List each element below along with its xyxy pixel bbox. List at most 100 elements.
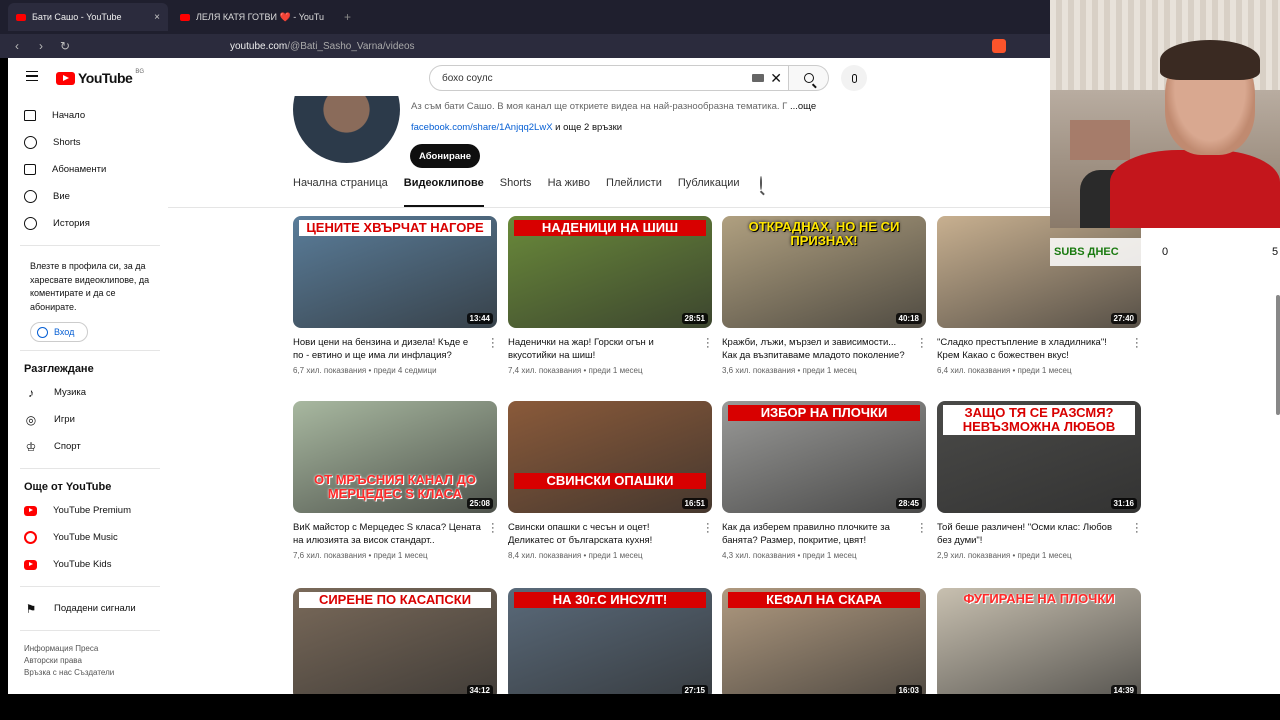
video-card[interactable]: ИЗБОР НА ПЛОЧКИ 28:45 Как да изберем прави… xyxy=(722,401,926,560)
more-actions-icon[interactable]: · · · xyxy=(706,334,710,353)
browser-tab[interactable]: ЛЕЛЯ КАТЯ ГОТВИ ❤️ - YouTube xyxy=(172,3,332,31)
sidebar-item-shorts[interactable]: Shorts xyxy=(8,129,168,156)
new-tab-icon[interactable]: + xyxy=(344,10,351,24)
home-icon xyxy=(24,110,36,121)
sidebar-item-subscriptions[interactable]: Абонаменти xyxy=(8,156,168,183)
more-actions-icon[interactable]: · · · xyxy=(491,519,495,538)
youtube-logo[interactable]: YouTube BG xyxy=(56,69,144,86)
sidebar-item-gaming[interactable]: ◎ Игри xyxy=(8,406,168,433)
youtube-music-icon xyxy=(24,531,37,544)
sidebar-item-label: Начало xyxy=(52,110,86,121)
tabs-divider xyxy=(168,207,1050,208)
video-title[interactable]: Нови цени на бензина и дизела! Къде е по… xyxy=(293,336,497,362)
video-thumbnail[interactable]: ОТ МРЪСНИЯ КАНАЛ ДО МЕРЦЕДЕС S КЛАСА 25:0… xyxy=(293,401,497,513)
thumbnail-caption: ФУГИРАНЕ НА ПЛОЧКИ xyxy=(963,591,1115,606)
browser-tab-active[interactable]: Бати Сашо - YouTube × xyxy=(8,3,168,31)
sidebar-item-sports[interactable]: ♔ Спорт xyxy=(8,433,168,460)
footer-link-row[interactable]: Връзка с нас Създатели xyxy=(24,667,168,679)
trophy-icon: ♔ xyxy=(25,439,37,454)
keyboard-icon[interactable] xyxy=(752,74,764,82)
video-thumbnail[interactable]: ЗАЩО ТЯ СЕ РАЗСМЯ? НЕВЪЗМОЖНА ЛЮБОВ 31:16 xyxy=(937,401,1141,513)
voice-search-button[interactable] xyxy=(841,65,867,91)
video-title[interactable]: Наденички на жар! Горски огън и вкусотий… xyxy=(508,336,712,362)
tab-live[interactable]: На живо xyxy=(548,177,590,207)
more-actions-icon[interactable]: · · · xyxy=(1135,519,1139,538)
video-title[interactable]: "Сладко престъпление в хладилника"! Крем… xyxy=(937,336,1141,362)
tab-shorts[interactable]: Shorts xyxy=(500,177,532,207)
sidebar-item-kids[interactable]: YouTube Kids xyxy=(8,551,168,578)
video-card[interactable]: НА 30г.С ИНСУЛТ! 27:15 xyxy=(508,588,712,694)
tab-videos[interactable]: Видеоклипове xyxy=(403,177,484,207)
tab-home[interactable]: Начална страница xyxy=(293,177,388,207)
video-title[interactable]: Кражби, лъжи, мързел и зависимости... Ка… xyxy=(722,336,926,362)
video-meta: 8,4 хил. показвания • преди 1 месец xyxy=(508,551,643,560)
video-card[interactable]: СВИНСКИ ОПАШКИ 16:51 Свински опашки с чесъ… xyxy=(508,401,712,560)
tab-playlists[interactable]: Плейлисти xyxy=(606,177,662,207)
more-actions-icon[interactable]: · · · xyxy=(920,519,924,538)
video-thumbnail[interactable]: ФУГИРАНЕ НА ПЛОЧКИ 14:39 xyxy=(937,588,1141,694)
menu-icon[interactable] xyxy=(26,71,38,81)
video-card[interactable]: ОТ МРЪСНИЯ КАНАЛ ДО МЕРЦЕДЕС S КЛАСА 25:0… xyxy=(293,401,497,560)
search-input[interactable]: бохо соулс ✕ xyxy=(429,65,789,91)
video-thumbnail[interactable]: ЦЕНИТЕ ХВЪРЧАТ НАГОРЕ 13:44 xyxy=(293,216,497,328)
description-text: Аз съм бати Сашо. В моя канал ще откриет… xyxy=(411,101,788,112)
search-button[interactable] xyxy=(789,65,829,91)
tab-posts[interactable]: Публикации xyxy=(678,177,740,207)
video-card[interactable]: КЕФАЛ НА СКАРА 16:03 xyxy=(722,588,926,694)
video-card[interactable]: ЗАЩО ТЯ СЕ РАЗСМЯ? НЕВЪЗМОЖНА ЛЮБОВ 31:16… xyxy=(937,401,1141,560)
history-icon xyxy=(24,217,37,230)
video-thumbnail[interactable]: ОТКРАДНАХ, НО НЕ СИ ПРИЗНАХ! 40:18 xyxy=(722,216,926,328)
sidebar-item-home[interactable]: Начало xyxy=(8,102,168,129)
more-actions-icon[interactable]: · · · xyxy=(706,519,710,538)
close-tab-icon[interactable]: × xyxy=(154,12,160,23)
sidebar-item-label: Игри xyxy=(54,414,75,425)
sidebar-item-music[interactable]: ♪ Музика xyxy=(8,379,168,406)
channel-search-button[interactable] xyxy=(759,176,774,207)
links-suffix[interactable]: и още 2 връзки xyxy=(553,122,622,133)
video-card[interactable]: ФУГИРАНЕ НА ПЛОЧКИ 14:39 xyxy=(937,588,1141,694)
video-card[interactable]: СИРЕНЕ ПО КАСАПСКИ 34:12 xyxy=(293,588,497,694)
video-title[interactable]: Той беше различен! "Осми клас: Любов без… xyxy=(937,521,1141,547)
video-card[interactable]: НАДЕНИЦИ НА ШИШ 28:51 Наденички на жар! Го… xyxy=(508,216,712,375)
video-thumbnail[interactable]: 27:40 xyxy=(937,216,1141,328)
back-icon[interactable]: ‹ xyxy=(10,39,24,53)
forward-icon[interactable]: › xyxy=(34,39,48,53)
video-thumbnail[interactable]: НА 30г.С ИНСУЛТ! 27:15 xyxy=(508,588,712,694)
account-icon xyxy=(37,326,48,338)
flag-icon: ⚑ xyxy=(25,601,37,616)
url-host: youtube.com xyxy=(230,40,288,52)
brave-shield-icon[interactable] xyxy=(992,39,1006,53)
facebook-link[interactable]: facebook.com/share/1Anjqq2LwX xyxy=(411,122,553,133)
video-duration: 16:03 xyxy=(895,685,922,694)
channel-avatar[interactable] xyxy=(293,96,400,163)
scrollbar[interactable] xyxy=(1276,295,1280,415)
url-field[interactable]: youtube.com/@Bati_Sasho_Varna/videos xyxy=(230,41,415,52)
video-title[interactable]: ВиК майстор с Мерцедес S класа? Цената н… xyxy=(293,521,497,547)
more-actions-icon[interactable]: · · · xyxy=(920,334,924,353)
sidebar-item-report[interactable]: ⚑ Подадени сигнали xyxy=(8,595,168,622)
description-more[interactable]: ...още xyxy=(790,101,816,112)
channel-description[interactable]: Аз съм бати Сашо. В моя канал ще откриет… xyxy=(411,101,816,112)
video-thumbnail[interactable]: НАДЕНИЦИ НА ШИШ 28:51 xyxy=(508,216,712,328)
sidebar-item-you[interactable]: Вие xyxy=(8,183,168,210)
more-actions-icon[interactable]: · · · xyxy=(491,334,495,353)
more-actions-icon[interactable]: · · · xyxy=(1135,334,1139,353)
sidebar-item-history[interactable]: История xyxy=(8,210,168,237)
video-thumbnail[interactable]: КЕФАЛ НА СКАРА 16:03 xyxy=(722,588,926,694)
video-title[interactable]: Свински опашки с чесън и оцет! Деликатес… xyxy=(508,521,712,547)
clear-search-icon[interactable]: ✕ xyxy=(770,70,782,87)
sidebar-item-music-app[interactable]: YouTube Music xyxy=(8,524,168,551)
video-thumbnail[interactable]: СВИНСКИ ОПАШКИ 16:51 xyxy=(508,401,712,513)
sidebar-item-premium[interactable]: YouTube Premium xyxy=(8,497,168,524)
video-thumbnail[interactable]: СИРЕНЕ ПО КАСАПСКИ 34:12 xyxy=(293,588,497,694)
video-card[interactable]: ОТКРАДНАХ, НО НЕ СИ ПРИЗНАХ! 40:18 Кражби,… xyxy=(722,216,926,375)
subscribe-button[interactable]: Абониране xyxy=(410,144,480,168)
reload-icon[interactable]: ↻ xyxy=(58,39,72,53)
sidebar-item-label: История xyxy=(53,218,90,229)
video-card[interactable]: ЦЕНИТЕ ХВЪРЧАТ НАГОРЕ 13:44 Нови цени на б… xyxy=(293,216,497,375)
video-title[interactable]: Как да изберем правилно плочките за баня… xyxy=(722,521,926,547)
footer-link-row[interactable]: Информация Преса xyxy=(24,643,168,655)
video-thumbnail[interactable]: ИЗБОР НА ПЛОЧКИ 28:45 xyxy=(722,401,926,513)
signin-button[interactable]: Вход xyxy=(30,322,88,342)
footer-link-row[interactable]: Авторски права xyxy=(24,655,168,667)
